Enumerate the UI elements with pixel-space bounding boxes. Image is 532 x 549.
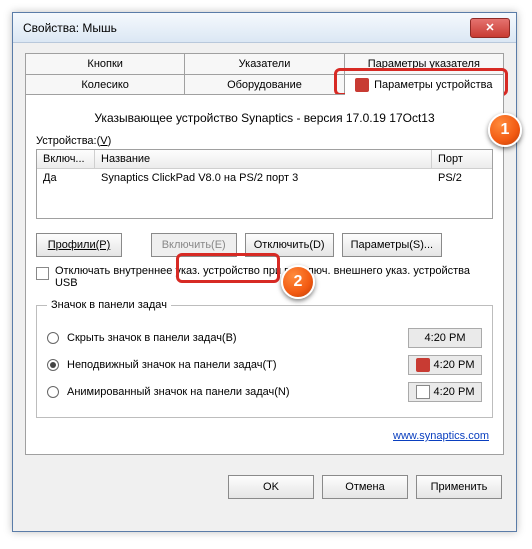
cell-port: PS/2 <box>432 169 492 187</box>
grid-header: Включ... Название Порт <box>37 150 492 169</box>
disable-button[interactable]: Отключить(D) <box>245 233 334 257</box>
cell-name: Synaptics ClickPad V8.0 на PS/2 порт 3 <box>95 169 432 187</box>
synaptics-icon <box>355 78 369 92</box>
radio-static[interactable] <box>47 359 59 371</box>
tab-hardware[interactable]: Оборудование <box>185 74 344 95</box>
enable-button[interactable]: Включить(E) <box>151 233 237 257</box>
tab-strip: Кнопки Указатели Параметры указателя Кол… <box>25 53 504 95</box>
tab-wheel[interactable]: Колесико <box>25 74 185 95</box>
apply-button[interactable]: Применить <box>416 475 502 499</box>
tray-preview-animated: 4:20 PM <box>408 382 482 402</box>
radio-static-row[interactable]: Неподвижный значок на панели задач(T) 4:… <box>47 355 482 375</box>
driver-version-header: Указывающее устройство Synaptics - верси… <box>36 111 493 125</box>
synaptics-tray-icon <box>416 358 430 372</box>
close-icon: ✕ <box>485 21 494 34</box>
devices-grid[interactable]: Включ... Название Порт Да Synaptics Clic… <box>36 149 493 219</box>
tab-buttons[interactable]: Кнопки <box>25 53 185 74</box>
radio-animated-row[interactable]: Анимированный значок на панели задач(N) … <box>47 382 482 402</box>
tray-icon-group: Значок в панели задач Скрыть значок в па… <box>36 299 493 418</box>
devices-label: Устройства:(V) <box>36 135 493 147</box>
cell-enabled: Да <box>37 169 95 187</box>
window-title: Свойства: Мышь <box>23 21 470 35</box>
cancel-button[interactable]: Отмена <box>322 475 408 499</box>
close-button[interactable]: ✕ <box>470 18 510 38</box>
radio-animated[interactable] <box>47 386 59 398</box>
tray-preview-hidden: 4:20 PM <box>408 328 482 348</box>
profiles-button[interactable]: Профили(P) <box>36 233 122 257</box>
disable-internal-checkbox-row[interactable]: Отключать внутреннее указ. устройство пр… <box>36 265 493 289</box>
table-row[interactable]: Да Synaptics ClickPad V8.0 на PS/2 порт … <box>37 169 492 187</box>
tab-pointers[interactable]: Указатели <box>185 53 344 74</box>
radio-animated-label: Анимированный значок на панели задач(N) <box>67 386 290 398</box>
radio-static-label: Неподвижный значок на панели задач(T) <box>67 359 277 371</box>
tab-device-settings[interactable]: Параметры устройства <box>345 74 504 95</box>
synaptics-link[interactable]: www.synaptics.com <box>36 430 489 442</box>
tray-preview-static: 4:20 PM <box>408 355 482 375</box>
checkbox-disable-internal[interactable] <box>36 267 49 280</box>
col-enabled[interactable]: Включ... <box>37 150 95 168</box>
radio-hide-label: Скрыть значок в панели задач(B) <box>67 332 237 344</box>
settings-button[interactable]: Параметры(S)... <box>342 233 442 257</box>
col-port[interactable]: Порт <box>432 150 492 168</box>
titlebar: Свойства: Мышь ✕ <box>13 13 516 43</box>
properties-window: Свойства: Мышь ✕ Кнопки Указатели Параме… <box>12 12 517 532</box>
ok-button[interactable]: OK <box>228 475 314 499</box>
checkbox-label: Отключать внутреннее указ. устройство пр… <box>55 265 493 289</box>
dialog-buttons: OK Отмена Применить <box>13 465 516 509</box>
radio-hide-row[interactable]: Скрыть значок в панели задач(B) 4:20 PM <box>47 328 482 348</box>
touchpad-tray-icon <box>416 385 430 399</box>
col-name[interactable]: Название <box>95 150 432 168</box>
tray-legend: Значок в панели задач <box>47 299 171 311</box>
device-settings-panel: Указывающее устройство Synaptics - верси… <box>25 94 504 455</box>
tab-pointer-options[interactable]: Параметры указателя <box>345 53 504 74</box>
radio-hide[interactable] <box>47 332 59 344</box>
